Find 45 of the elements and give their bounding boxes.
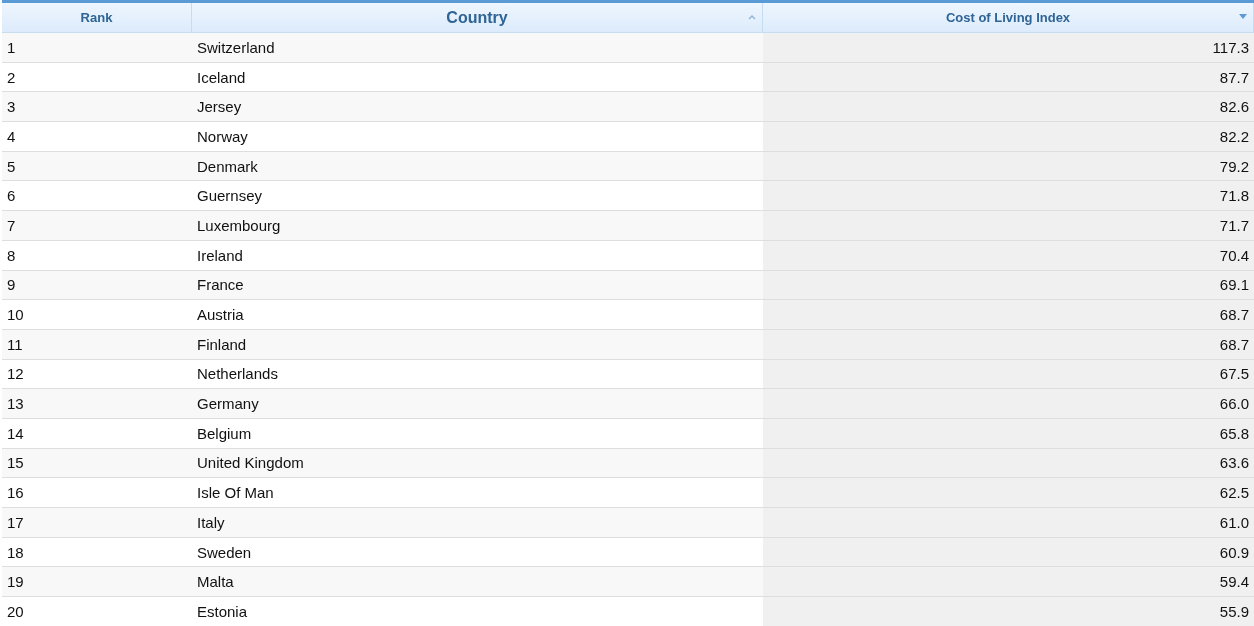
- table-cell: 17: [2, 508, 192, 538]
- table-cell: Denmark: [192, 151, 763, 182]
- table-cell: 5: [2, 151, 192, 182]
- table-cell: 1: [2, 33, 192, 63]
- table-cell: France: [192, 270, 763, 301]
- table-cell: 55.9: [763, 597, 1254, 626]
- table-cell: 65.8: [763, 418, 1254, 449]
- table-cell: 82.2: [763, 122, 1254, 152]
- table-cell: 13: [2, 389, 192, 419]
- table-cell: 71.8: [763, 181, 1254, 212]
- table-cell: 67.5: [763, 359, 1254, 390]
- table-cell: Finland: [192, 329, 763, 360]
- table-cell: 68.7: [763, 300, 1254, 330]
- table-cell: 117.3: [763, 33, 1254, 63]
- table-cell: Malta: [192, 567, 763, 598]
- table-cell: 59.4: [763, 567, 1254, 598]
- table-cell: 62.5: [763, 478, 1254, 508]
- sort-caret-icon: [748, 14, 756, 20]
- table-cell: Germany: [192, 389, 763, 419]
- table-cell: 82.6: [763, 92, 1254, 123]
- table-cell: 69.1: [763, 270, 1254, 301]
- column-header[interactable]: Cost of Living Index: [763, 3, 1254, 33]
- table-cell: 15: [2, 448, 192, 479]
- table-cell: 9: [2, 270, 192, 301]
- table-cell: Luxembourg: [192, 211, 763, 241]
- column-header: Rank: [2, 3, 192, 33]
- table-cell: 63.6: [763, 448, 1254, 479]
- table-cell: 61.0: [763, 508, 1254, 538]
- table-cell: Jersey: [192, 92, 763, 123]
- sort-descending-icon: [1239, 14, 1247, 20]
- table-cell: 7: [2, 211, 192, 241]
- column-header[interactable]: Country: [192, 3, 763, 33]
- table-cell: 19: [2, 567, 192, 598]
- table-cell: 87.7: [763, 62, 1254, 93]
- table-cell: 68.7: [763, 329, 1254, 360]
- table-cell: 66.0: [763, 389, 1254, 419]
- table-cell: Italy: [192, 508, 763, 538]
- table-cell: 70.4: [763, 240, 1254, 271]
- table-cell: 3: [2, 92, 192, 123]
- table-cell: 11: [2, 329, 192, 360]
- table-cell: United Kingdom: [192, 448, 763, 479]
- table-cell: 60.9: [763, 537, 1254, 568]
- table-cell: 79.2: [763, 151, 1254, 182]
- table-cell: 71.7: [763, 211, 1254, 241]
- table-cell: Switzerland: [192, 33, 763, 63]
